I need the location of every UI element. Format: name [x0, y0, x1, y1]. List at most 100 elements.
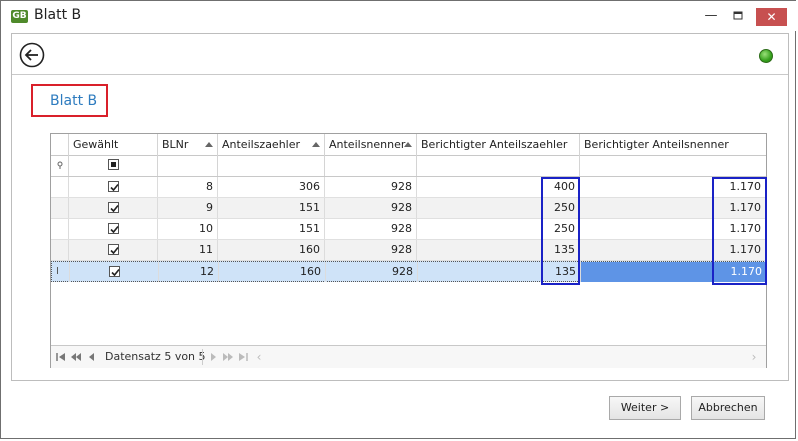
maximize-icon	[733, 11, 743, 20]
cell-nenner[interactable]: 928	[325, 198, 417, 218]
title-bar: GB Blatt B — ✕	[1, 1, 797, 31]
row-checkbox[interactable]	[108, 244, 119, 255]
cell-nenner[interactable]: 928	[325, 177, 417, 197]
previous-page-button[interactable]	[70, 350, 82, 364]
cell-gewaehlt[interactable]	[69, 240, 158, 260]
filter-cell-anteilsnenner[interactable]	[325, 155, 417, 176]
cell-blnr[interactable]: 10	[158, 219, 218, 239]
table-row[interactable]: I 12 160 928 135 1.170	[51, 261, 767, 282]
back-button[interactable]	[19, 42, 45, 68]
next-button[interactable]: Weiter >	[609, 396, 681, 420]
cell-nenner[interactable]: 928	[325, 240, 417, 260]
cell-zaehler[interactable]: 151	[218, 198, 325, 218]
close-button[interactable]: ✕	[756, 8, 787, 26]
minimize-button[interactable]: —	[701, 8, 721, 26]
row-indicator-cell	[51, 240, 69, 260]
first-record-icon	[56, 353, 65, 361]
column-header-gewaehlt[interactable]: Gewählt	[69, 134, 158, 155]
sort-ascending-icon	[312, 142, 320, 147]
row-checkbox[interactable]	[108, 223, 119, 234]
cell-blnr[interactable]: 11	[158, 240, 218, 260]
dialog-window: GB Blatt B — ✕ Blatt B Gewählt BLNr Ante…	[0, 0, 797, 439]
cell-zaehler[interactable]: 306	[218, 177, 325, 197]
page-title: Blatt B	[50, 93, 98, 109]
record-navigator: Datensatz 5 von 5 ‹ ›	[51, 345, 766, 368]
scroll-left-button[interactable]: ‹	[253, 350, 265, 364]
cell-zaehler[interactable]: 160	[219, 262, 326, 282]
next-record-button[interactable]	[207, 350, 219, 364]
row-checkbox[interactable]	[108, 202, 119, 213]
cell-blnr[interactable]: 9	[158, 198, 218, 218]
next-record-icon	[211, 353, 216, 361]
next-page-button[interactable]	[222, 350, 234, 364]
column-header-ber-anteilsnenner[interactable]: Berichtigter Anteilsnenner	[580, 134, 766, 155]
filter-cell-ber-anteilszaehler[interactable]	[417, 155, 580, 176]
table-row[interactable]: 9 151 928 250 1.170	[51, 198, 766, 219]
header-indicator-cell	[51, 134, 69, 155]
window-title: Blatt B	[34, 7, 82, 23]
filter-cell-anteilszaehler[interactable]	[218, 155, 325, 176]
column-header-ber-anteilszaehler[interactable]: Berichtigter Anteilszaehler	[417, 134, 580, 155]
column-label: Berichtigter Anteilsnenner	[584, 138, 729, 151]
row-checkbox[interactable]	[109, 266, 120, 277]
filter-checkbox[interactable]	[108, 159, 119, 170]
cancel-button[interactable]: Abbrechen	[691, 396, 765, 420]
previous-record-button[interactable]	[86, 350, 98, 364]
last-record-icon	[239, 353, 248, 361]
row-checkbox[interactable]	[108, 181, 119, 192]
row-indicator-cell: I	[52, 262, 70, 282]
cell-nenner[interactable]: 928	[325, 219, 417, 239]
app-logo-icon: GB	[11, 10, 28, 23]
row-indicator-cell	[51, 198, 69, 218]
data-grid[interactable]: Gewählt BLNr Anteilszaehler Anteilsnenne…	[50, 133, 767, 368]
record-position-text: Datensatz 5 von 5	[105, 350, 206, 363]
pin-icon	[57, 161, 63, 169]
cell-gewaehlt[interactable]	[69, 177, 158, 197]
column-label: Anteilszaehler	[222, 138, 301, 151]
cell-nenner[interactable]: 928	[326, 262, 418, 282]
cell-gewaehlt[interactable]	[69, 198, 158, 218]
column-label: BLNr	[162, 138, 189, 151]
grid-body: 8 306 928 400 1.170 9 151 928 250 1.170 10 151 928 25…	[51, 177, 767, 287]
sort-ascending-icon	[404, 142, 412, 147]
table-row[interactable]: 10 151 928 250 1.170	[51, 219, 766, 240]
page-title-frame: Blatt B	[31, 84, 108, 117]
grid-filter-row	[51, 155, 766, 177]
column-label: Anteilsnenner	[329, 138, 406, 151]
row-indicator-cell	[51, 177, 69, 197]
maximize-button[interactable]	[729, 8, 747, 26]
status-led-icon	[759, 49, 773, 63]
checkmark-icon	[110, 246, 119, 255]
checkmark-icon	[110, 183, 119, 192]
cell-zaehler[interactable]: 160	[218, 240, 325, 260]
content-panel: Blatt B Gewählt BLNr Anteilszaehler Ante…	[11, 33, 789, 381]
filter-cell-blnr[interactable]	[158, 155, 218, 176]
column-header-anteilsnenner[interactable]: Anteilsnenner	[325, 134, 417, 155]
header-divider	[12, 74, 788, 75]
filter-indicator-cell	[51, 155, 69, 176]
edit-cursor-icon: I	[56, 266, 59, 277]
checkmark-icon	[111, 268, 120, 277]
highlight-ber-zaehler	[541, 177, 580, 285]
cell-zaehler[interactable]: 151	[218, 219, 325, 239]
grid-header: Gewählt BLNr Anteilszaehler Anteilsnenne…	[51, 134, 766, 156]
column-header-anteilszaehler[interactable]: Anteilszaehler	[218, 134, 325, 155]
filter-cell-gewaehlt[interactable]	[69, 155, 158, 176]
filter-cell-ber-anteilsnenner[interactable]	[580, 155, 766, 176]
cell-gewaehlt[interactable]	[69, 219, 158, 239]
scroll-right-button[interactable]: ›	[748, 350, 760, 364]
previous-page-icon	[71, 353, 81, 361]
cell-blnr[interactable]: 12	[159, 262, 219, 282]
next-page-icon	[223, 353, 233, 361]
checkmark-icon	[110, 225, 119, 234]
table-row[interactable]: 11 160 928 135 1.170	[51, 240, 766, 261]
table-row[interactable]: 8 306 928 400 1.170	[51, 177, 766, 198]
first-record-button[interactable]	[55, 350, 67, 364]
cell-blnr[interactable]: 8	[158, 177, 218, 197]
column-label: Berichtigter Anteilszaehler	[421, 138, 568, 151]
cell-gewaehlt[interactable]	[70, 262, 159, 282]
column-header-blnr[interactable]: BLNr	[158, 134, 218, 155]
sort-ascending-icon	[205, 142, 213, 147]
row-indicator-cell	[51, 219, 69, 239]
last-record-button[interactable]	[237, 350, 249, 364]
